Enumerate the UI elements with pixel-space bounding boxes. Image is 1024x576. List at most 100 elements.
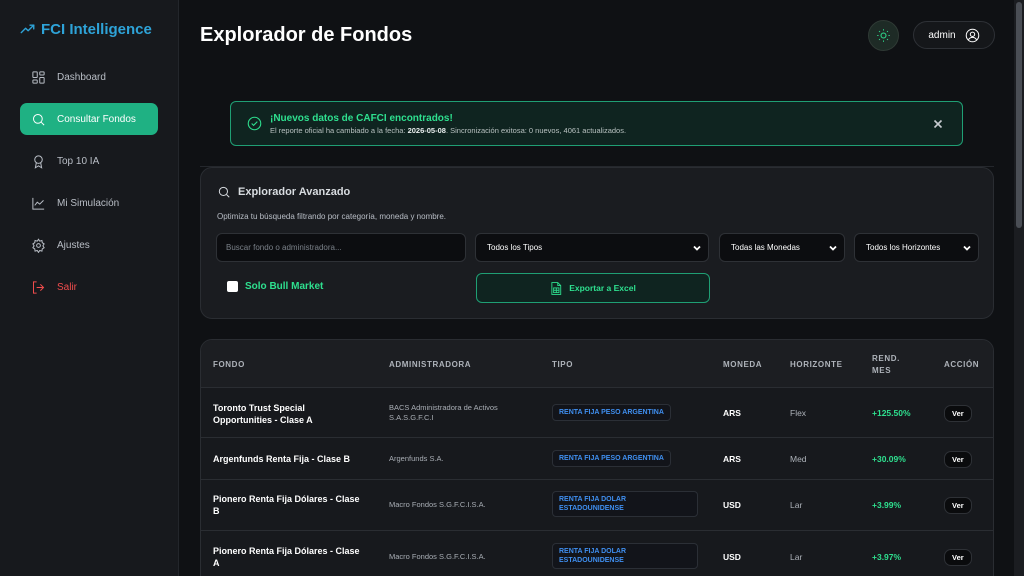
chevron-down-icon: [828, 243, 838, 253]
tipo-select[interactable]: Todos los Tipos: [475, 233, 709, 262]
user-menu-button[interactable]: admin: [913, 21, 995, 49]
table-row[interactable]: Pionero Renta Fija Dólares - Clase A Mac…: [201, 531, 993, 576]
spreadsheet-icon: [551, 281, 562, 295]
sidebar-nav: Dashboard Consultar Fondos Top 10 IA Mi …: [20, 60, 158, 313]
col-moneda[interactable]: MONEDA: [723, 360, 762, 369]
moneda: USD: [723, 552, 741, 562]
brand-logo[interactable]: FCI Intelligence: [20, 21, 152, 38]
alert-text-after: . Sincronización exitosa: 0 nuevos, 4061…: [445, 126, 627, 135]
administradora: Argenfunds S.A.: [389, 454, 444, 463]
fondo-name: Pionero Renta Fija Dólares - Clase A: [213, 546, 360, 568]
brand-name: FCI Intelligence: [41, 21, 152, 38]
accion-cell: Ver: [944, 497, 972, 514]
checkbox-box[interactable]: [227, 281, 238, 292]
table-row[interactable]: Argenfunds Renta Fija - Clase B Argenfun…: [201, 438, 993, 480]
export-excel-button[interactable]: Exportar a Excel: [476, 273, 710, 303]
administradora: BACS Administradora de Activos S.A.S.G.F…: [389, 403, 498, 422]
col-rend-mes[interactable]: MES: [872, 366, 891, 375]
ver-button[interactable]: Ver: [944, 451, 972, 468]
check-circle-icon: [247, 116, 262, 131]
rendimiento: +125.50%: [872, 408, 911, 418]
rendimiento: +30.09%: [872, 454, 906, 464]
logout-icon: [33, 280, 45, 294]
administradora: Macro Fondos S.G.F.C.I.S.A.: [389, 552, 486, 561]
ver-button[interactable]: Ver: [944, 497, 972, 514]
line-chart-icon: [32, 197, 45, 210]
col-tipo[interactable]: TIPO: [552, 360, 573, 369]
moneda: USD: [723, 500, 741, 510]
sidebar-item-label: Mi Simulación: [57, 197, 120, 209]
table-row[interactable]: Toronto Trust Special Opportunities - Cl…: [201, 389, 993, 438]
sidebar: FCI Intelligence Dashboard Consultar Fon…: [0, 0, 179, 576]
accion-cell: Ver: [944, 405, 972, 422]
scrollbar-thumb[interactable]: [1016, 2, 1022, 228]
col-accion: ACCIÓN: [944, 360, 980, 369]
search-input[interactable]: [216, 233, 466, 262]
moneda-select[interactable]: Todas las Monedas: [719, 233, 845, 262]
tipo-select-value: Todos los Tipos: [487, 243, 543, 252]
alert-title: ¡Nuevos datos de CAFCI encontrados!: [270, 113, 453, 124]
tipo-cell: RENTA FIJA PESO ARGENTINA: [552, 450, 671, 467]
col-fondo[interactable]: FONDO: [213, 360, 245, 369]
sidebar-item-consultar-fondos[interactable]: Consultar Fondos: [20, 103, 158, 135]
chevron-down-icon: [962, 243, 972, 253]
horizonte: Lar: [790, 500, 803, 510]
accion-cell: Ver: [944, 451, 972, 468]
bull-market-checkbox[interactable]: Solo Bull Market: [227, 281, 323, 292]
tipo-badge: RENTA FIJA PESO ARGENTINA: [552, 450, 671, 467]
page-scrollbar[interactable]: [1014, 0, 1024, 576]
horizonte: Lar: [790, 552, 803, 562]
close-icon[interactable]: [932, 117, 944, 129]
rendimiento: +3.99%: [872, 500, 902, 510]
theme-toggle-button[interactable]: [868, 20, 899, 51]
horizonte: Med: [790, 454, 807, 464]
sun-icon: [877, 29, 890, 42]
moneda: ARS: [723, 454, 741, 464]
col-horizonte[interactable]: HORIZONTE: [790, 360, 843, 369]
search-icon: [33, 113, 45, 125]
gear-icon: [32, 237, 45, 253]
accion-cell: Ver: [944, 549, 972, 566]
username: admin: [928, 29, 956, 41]
alert-text-before: El reporte oficial ha cambiado a la fech…: [270, 126, 408, 135]
sync-alert: ¡Nuevos datos de CAFCI encontrados! El r…: [230, 101, 963, 146]
sidebar-item-ajustes[interactable]: Ajustes: [20, 229, 158, 261]
dashboard-grid-icon: [32, 70, 45, 84]
alert-date: 2026-05-08: [407, 126, 446, 135]
explorer-subtitle: Optimiza tu búsqueda filtrando por categ…: [217, 212, 447, 221]
fondo-name: Argenfunds Renta Fija - Clase B: [213, 454, 351, 464]
horizonte-select[interactable]: Todos los Horizontes: [854, 233, 979, 262]
sidebar-item-dashboard[interactable]: Dashboard: [20, 61, 158, 93]
tipo-cell: RENTA FIJA PESO ARGENTINA: [552, 404, 671, 421]
horizonte-select-value: Todos los Horizontes: [866, 243, 941, 252]
table-row[interactable]: Pionero Renta Fija Dólares - Clase B Mac…: [201, 480, 993, 531]
sidebar-item-label: Salir: [57, 281, 78, 293]
col-rend[interactable]: REND.: [872, 354, 900, 363]
sidebar-item-mi-simulacion[interactable]: Mi Simulación: [20, 187, 158, 219]
user-circle-icon: [965, 28, 979, 42]
explorer-title-text: Explorador Avanzado: [238, 186, 351, 198]
tipo-badge: RENTA FIJA DOLAR ESTADOUNIDENSE: [552, 491, 698, 517]
horizonte: Flex: [790, 408, 807, 418]
col-administradora[interactable]: ADMINISTRADORA: [389, 360, 471, 369]
tipo-cell: RENTA FIJA DOLAR ESTADOUNIDENSE: [552, 543, 698, 569]
sidebar-item-label: Top 10 IA: [57, 155, 100, 167]
sidebar-item-label: Ajustes: [57, 239, 90, 251]
moneda-select-value: Todas las Monedas: [731, 243, 800, 252]
chevron-down-icon: [692, 243, 702, 253]
table-header: FONDO ADMINISTRADORA TIPO MONEDA HORIZON…: [201, 340, 993, 388]
explorer-panel: Explorador Avanzado Optimiza tu búsqueda…: [200, 167, 994, 319]
search-icon: [218, 186, 230, 198]
award-icon: [34, 154, 43, 169]
tipo-badge: RENTA FIJA PESO ARGENTINA: [552, 404, 671, 421]
tipo-badge: RENTA FIJA DOLAR ESTADOUNIDENSE: [552, 543, 698, 569]
alert-message: El reporte oficial ha cambiado a la fech…: [270, 126, 626, 135]
fondo-name: Pionero Renta Fija Dólares - Clase B: [213, 494, 360, 516]
moneda: ARS: [723, 408, 741, 418]
ver-button[interactable]: Ver: [944, 549, 972, 566]
sidebar-item-top-10-ia[interactable]: Top 10 IA: [20, 145, 158, 177]
administradora: Macro Fondos S.G.F.C.I.S.A.: [389, 500, 486, 509]
sidebar-item-salir[interactable]: Salir: [20, 271, 158, 303]
ver-button[interactable]: Ver: [944, 405, 972, 422]
rendimiento: +3.97%: [872, 552, 902, 562]
